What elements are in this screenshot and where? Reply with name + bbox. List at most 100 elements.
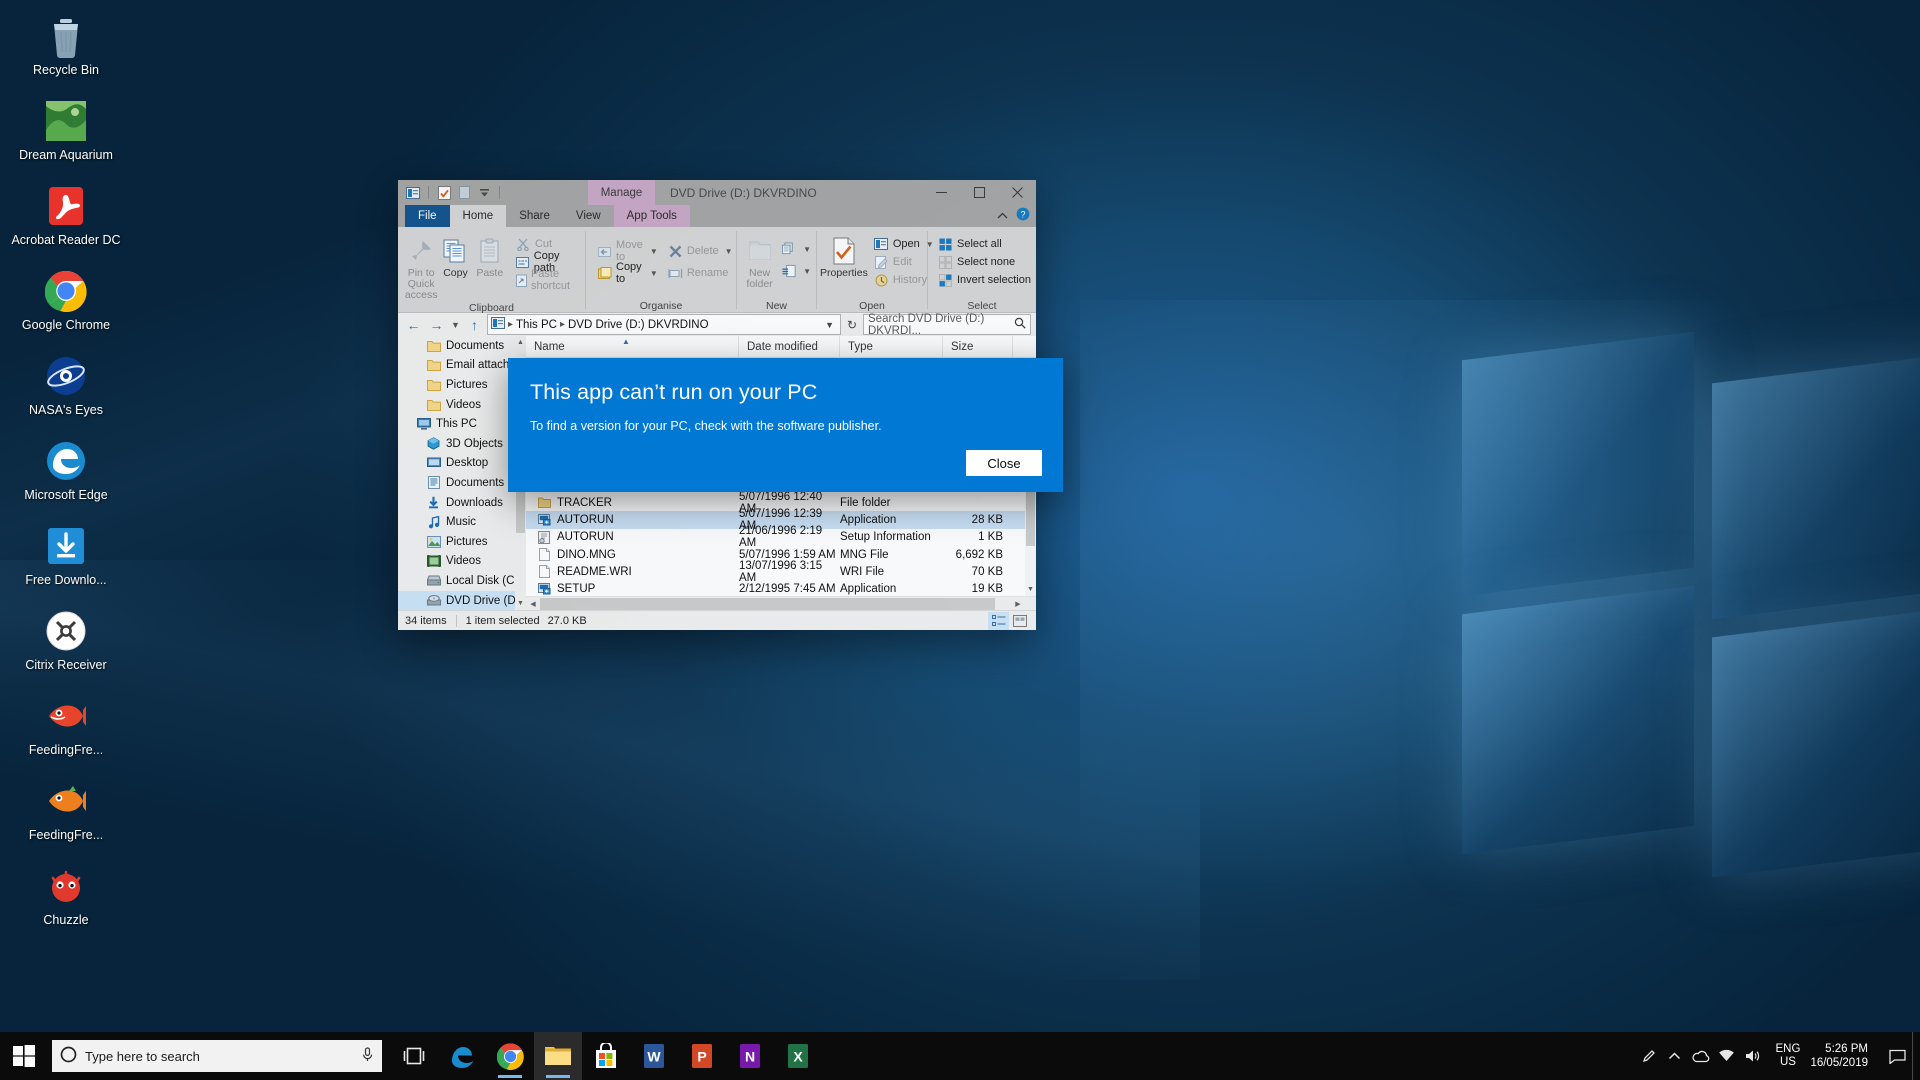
word-icon[interactable]: W xyxy=(630,1032,678,1080)
nav-item-music[interactable]: Music xyxy=(398,512,526,532)
table-row[interactable]: README.WRI 13/07/1996 3:15 AM WRI File 7… xyxy=(526,560,1036,584)
windows-start-icon[interactable] xyxy=(0,1032,48,1080)
chevron-down-icon[interactable]: ▼ xyxy=(803,267,811,276)
properties-button[interactable]: Properties xyxy=(820,232,868,279)
file-explorer-icon[interactable] xyxy=(534,1032,582,1080)
desktop-icon-google-chrome[interactable]: Google Chrome xyxy=(4,261,128,332)
app-error-dialog[interactable]: This app can’t run on your PC To find a … xyxy=(508,358,1063,492)
refresh-icon[interactable]: ↻ xyxy=(843,314,861,335)
scroll-right-icon[interactable]: ▶ xyxy=(1011,597,1025,611)
customize-qat-icon[interactable] xyxy=(476,185,492,201)
scroll-down-icon[interactable]: ▼ xyxy=(515,597,526,610)
copy-button[interactable]: Copy xyxy=(438,232,472,279)
table-row[interactable]: AUTORUN 21/06/1996 2:19 AM Setup Informa… xyxy=(526,525,1036,549)
excel-icon[interactable]: X xyxy=(774,1032,822,1080)
taskbar[interactable]: Type here to search W P N X ENG US 5:26 … xyxy=(0,1032,1920,1080)
show-hidden-icons-icon[interactable] xyxy=(1662,1032,1688,1080)
explorer-title-bar[interactable]: Manage DVD Drive (D:) DKVRDINO xyxy=(398,180,1036,205)
back-arrow-icon[interactable]: ← xyxy=(403,314,424,335)
nav-item-documents[interactable]: Documents xyxy=(398,473,526,493)
select-none-button[interactable]: Select none xyxy=(933,253,1036,271)
desktop-icon-chuzzle[interactable]: Chuzzle xyxy=(4,856,128,927)
pin-to-quick-access-button[interactable]: Pin to Quick access xyxy=(404,232,438,301)
collapse-ribbon-icon[interactable] xyxy=(997,209,1008,223)
contextual-tab-manage[interactable]: Manage xyxy=(588,180,655,205)
nav-item-pictures-quick[interactable]: Pictures xyxy=(398,375,526,395)
column-header-name[interactable]: Name xyxy=(526,336,739,358)
nav-item-desktop[interactable]: Desktop xyxy=(398,454,526,474)
move-to-button[interactable]: Move to ▼ xyxy=(593,239,663,263)
close-button[interactable]: Close xyxy=(966,450,1042,476)
microsoft-store-icon[interactable] xyxy=(582,1032,630,1080)
pen-menu-icon[interactable] xyxy=(1636,1032,1662,1080)
powerpoint-icon[interactable]: P xyxy=(678,1032,726,1080)
large-icons-view-icon[interactable] xyxy=(1009,612,1030,630)
new-item-button[interactable]: ▼ xyxy=(777,238,816,260)
nav-item-videos-quick[interactable]: Videos xyxy=(398,395,526,415)
column-header-size[interactable]: Size xyxy=(943,336,1013,358)
desktop-icon-feeding-frenzy[interactable]: FeedingFre... xyxy=(4,686,128,757)
microsoft-edge-icon[interactable] xyxy=(438,1032,486,1080)
volume-icon[interactable] xyxy=(1740,1032,1766,1080)
desktop-icon-nasas-eyes[interactable]: NASA's Eyes xyxy=(4,346,128,417)
help-icon[interactable]: ? xyxy=(1016,207,1030,224)
column-header-date-modified[interactable]: Date modified xyxy=(739,336,840,358)
scroll-up-icon[interactable]: ▲ xyxy=(515,336,526,349)
desktop-icon-free-download-manager[interactable]: Free Downlo... xyxy=(4,516,128,587)
onenote-icon[interactable]: N xyxy=(726,1032,774,1080)
nav-item-local-disk-c[interactable]: Local Disk (C:) xyxy=(398,571,526,591)
chevron-down-icon[interactable]: ▼ xyxy=(803,245,811,254)
delete-button[interactable]: Delete ▼ xyxy=(663,240,738,262)
chevron-down-icon[interactable]: ▼ xyxy=(650,247,658,256)
nav-item-documents-quick[interactable]: Documents xyxy=(398,336,526,356)
up-arrow-icon[interactable]: ↑ xyxy=(464,314,485,335)
easy-access-button[interactable]: ▼ xyxy=(777,260,816,282)
window-controls[interactable] xyxy=(922,180,1036,205)
address-bar[interactable]: ← → ▼ ↑ ▸ This PC ▸ DVD Drive (D:) DKVRD… xyxy=(398,313,1036,337)
clock[interactable]: 5:26 PM 16/05/2019 xyxy=(1810,1042,1882,1070)
scroll-down-icon[interactable]: ▼ xyxy=(1025,583,1036,596)
action-center-icon[interactable] xyxy=(1882,1032,1912,1080)
chevron-down-icon[interactable]: ▼ xyxy=(725,247,733,256)
ribbon-tab-right-controls[interactable]: ? xyxy=(997,207,1030,224)
breadcrumb-this-pc[interactable]: This PC xyxy=(516,319,557,331)
network-icon[interactable] xyxy=(1714,1032,1740,1080)
search-icon[interactable] xyxy=(1014,317,1026,332)
nav-item-this-pc[interactable]: This PC xyxy=(398,414,526,434)
google-chrome-icon[interactable] xyxy=(486,1032,534,1080)
new-folder-check-icon[interactable] xyxy=(436,185,452,201)
quick-access-toolbar[interactable] xyxy=(398,185,503,201)
task-view-icon[interactable] xyxy=(390,1032,438,1080)
search-input[interactable]: Search DVD Drive (D:) DKVRDI... xyxy=(863,313,1031,337)
navigation-pane[interactable]: Documents Email attachmen Pictures Video… xyxy=(398,336,526,610)
tab-home[interactable]: Home xyxy=(449,205,507,227)
paste-shortcut-button[interactable]: Paste shortcut xyxy=(511,268,585,292)
search-input[interactable]: Type here to search xyxy=(52,1040,382,1072)
chevron-down-icon[interactable]: ▼ xyxy=(650,269,658,278)
select-all-button[interactable]: Select all xyxy=(933,235,1036,253)
ribbon[interactable]: Pin to Quick access Copy Paste Cut Copy … xyxy=(398,227,1036,314)
language-indicator[interactable]: ENG US xyxy=(1766,1043,1811,1069)
microphone-icon[interactable] xyxy=(361,1047,374,1065)
breadcrumb[interactable]: ▸ This PC ▸ DVD Drive (D:) DKVRDINO ▼ xyxy=(487,314,841,335)
properties-icon[interactable] xyxy=(405,185,421,201)
system-tray[interactable]: ENG US 5:26 PM 16/05/2019 xyxy=(1636,1032,1920,1080)
nav-item-pictures[interactable]: Pictures xyxy=(398,532,526,552)
nav-item-downloads[interactable]: Downloads xyxy=(398,493,526,513)
view-mode-buttons[interactable] xyxy=(988,611,1036,630)
desktop-icon-feeding-frenzy-2[interactable]: FeedingFre... xyxy=(4,771,128,842)
nav-item-videos[interactable]: Videos xyxy=(398,552,526,572)
nav-item-email-attachments[interactable]: Email attachmen xyxy=(398,356,526,376)
desktop[interactable]: Recycle Bin Dream Aquarium Acrobat Reade… xyxy=(0,0,1920,1080)
file-list-horizontal-scrollbar[interactable]: ◀ ▶ xyxy=(526,596,1036,610)
details-view-icon[interactable] xyxy=(988,611,1009,630)
maximize-button[interactable] xyxy=(960,180,998,205)
ribbon-tab-strip[interactable]: File Home Share View App Tools ? xyxy=(398,205,1036,227)
tab-file[interactable]: File xyxy=(405,205,450,227)
hscroll-thumb[interactable] xyxy=(540,598,995,610)
nav-item-3d-objects[interactable]: 3D Objects xyxy=(398,434,526,454)
invert-selection-button[interactable]: Invert selection xyxy=(933,271,1036,289)
recent-locations-icon[interactable]: ▼ xyxy=(449,314,462,335)
scroll-left-icon[interactable]: ◀ xyxy=(526,597,540,611)
tab-share[interactable]: Share xyxy=(506,205,563,227)
